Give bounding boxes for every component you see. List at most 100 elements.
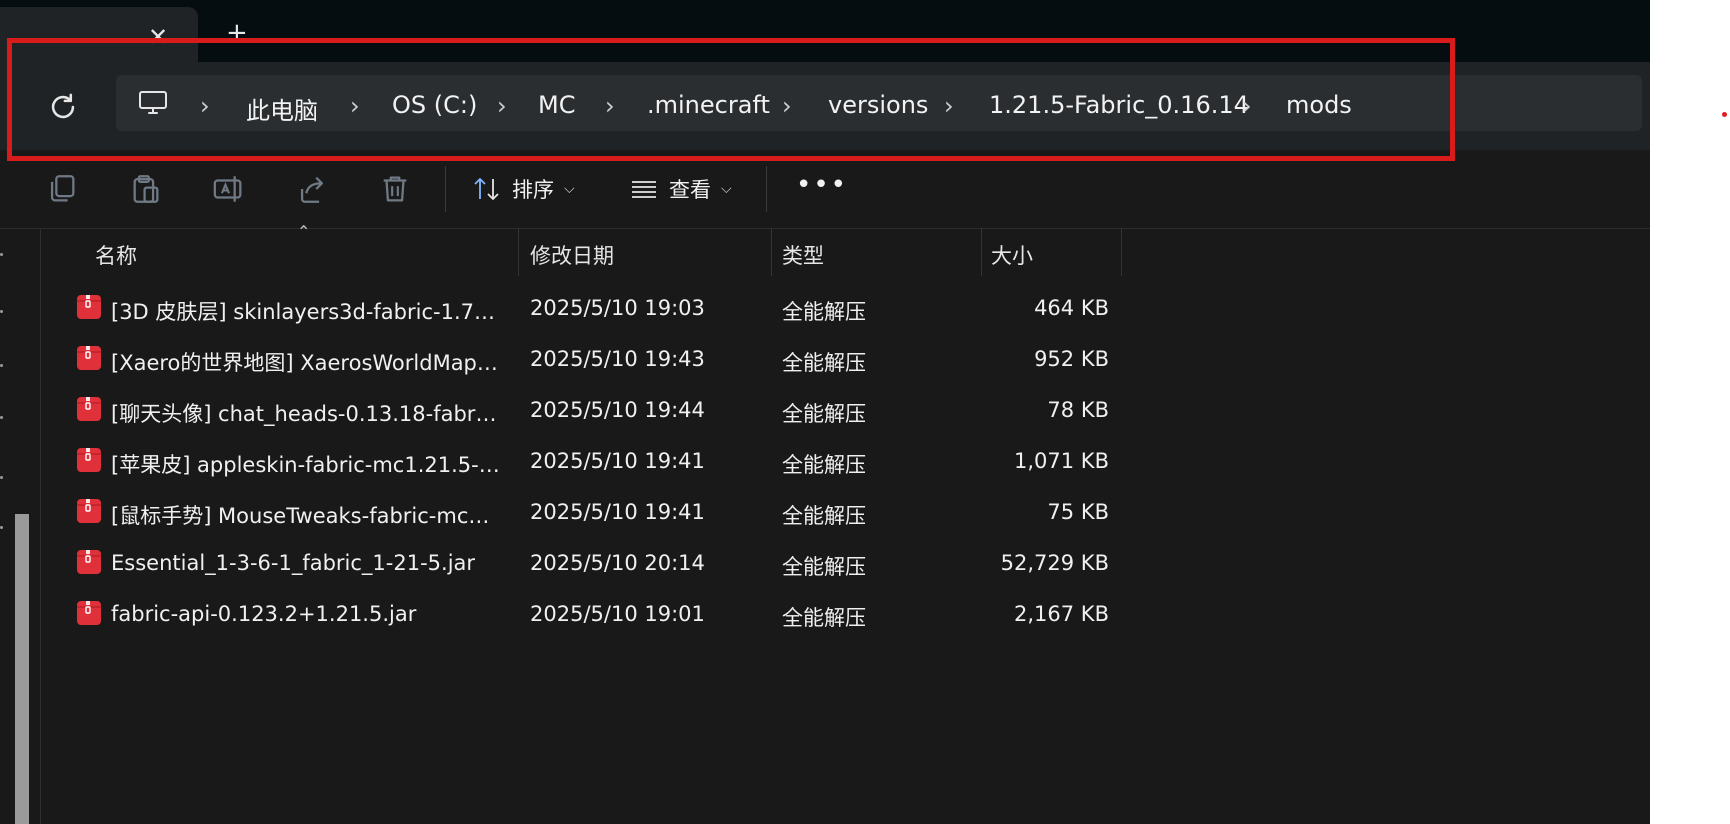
- breadcrumb-chevron-icon[interactable]: ›: [200, 92, 210, 120]
- column-divider[interactable]: [981, 228, 982, 276]
- file-date: 2025/5/10 19:03: [530, 296, 705, 320]
- file-size: 2,167 KB: [1014, 602, 1109, 626]
- close-tab-icon[interactable]: ✕: [148, 25, 168, 49]
- file-type: 全能解压: [782, 453, 866, 477]
- archive-file-icon: [77, 346, 101, 370]
- column-divider[interactable]: [518, 228, 519, 276]
- breadcrumb-mods[interactable]: mods: [1286, 91, 1352, 119]
- column-header-date[interactable]: 修改日期: [530, 240, 614, 270]
- file-row[interactable]: [Xaero的世界地图] XaerosWorldMap_... 2025/5/1…: [41, 335, 1121, 385]
- file-type: 全能解压: [782, 300, 866, 324]
- breadcrumb-version-folder[interactable]: 1.21.5-Fabric_0.16.14: [989, 91, 1249, 119]
- nav-pane-item-marker: [0, 253, 3, 256]
- nav-pane-scrollbar[interactable]: [15, 514, 29, 824]
- file-name: [Xaero的世界地图] XaerosWorldMap_...: [111, 351, 501, 375]
- file-name: fabric-api-0.123.2+1.21.5.jar: [111, 602, 417, 626]
- computer-icon[interactable]: [138, 90, 168, 116]
- annotation-dot: [1722, 112, 1727, 117]
- view-button[interactable]: 查看 ⌵: [629, 172, 732, 206]
- archive-file-icon: [77, 295, 101, 319]
- archive-file-icon: [77, 601, 101, 625]
- column-header-type[interactable]: 类型: [782, 240, 824, 270]
- file-size: 464 KB: [1034, 296, 1109, 320]
- file-size: 952 KB: [1034, 347, 1109, 371]
- nav-pane-item-marker: [0, 416, 3, 419]
- file-name: Essential_1-3-6-1_fabric_1-21-5.jar: [111, 551, 476, 575]
- file-size: 78 KB: [1047, 398, 1109, 422]
- file-type: 全能解压: [782, 402, 866, 426]
- column-header-name[interactable]: 名称: [95, 240, 137, 270]
- file-type: 全能解压: [782, 504, 866, 528]
- view-label: 查看: [669, 178, 711, 202]
- file-row[interactable]: [聊天头像] chat_heads-0.13.18-fabric-... 202…: [41, 386, 1121, 436]
- file-date: 2025/5/10 19:41: [530, 500, 705, 524]
- file-date: 2025/5/10 19:01: [530, 602, 705, 626]
- breadcrumb-mc[interactable]: MC: [538, 91, 575, 119]
- column-header-size[interactable]: 大小: [991, 240, 1033, 270]
- file-name: [聊天头像] chat_heads-0.13.18-fabric-...: [111, 402, 501, 426]
- breadcrumb-versions[interactable]: versions: [828, 91, 928, 119]
- file-name: [鼠标手势] MouseTweaks-fabric-mc1....: [111, 504, 501, 528]
- archive-file-icon: [77, 499, 101, 523]
- breadcrumb-os-c[interactable]: OS (C:): [392, 91, 477, 119]
- column-header: ⌃ 名称 修改日期 类型 大小: [41, 222, 1122, 276]
- sort-icon: [474, 178, 499, 200]
- command-toolbar: 排序 ⌵ 查看 ⌵ •••: [0, 150, 1650, 229]
- rename-icon[interactable]: [212, 172, 246, 206]
- chevron-down-icon: ⌵: [564, 181, 575, 197]
- file-type: 全能解压: [782, 606, 866, 630]
- breadcrumb-this-pc[interactable]: 此电脑: [246, 91, 318, 126]
- navigation-pane[interactable]: [0, 228, 41, 824]
- chevron-down-icon: ⌵: [721, 181, 732, 197]
- file-row[interactable]: [苹果皮] appleskin-fabric-mc1.21.5-3.... 20…: [41, 437, 1121, 487]
- file-row[interactable]: [鼠标手势] MouseTweaks-fabric-mc1.... 2025/5…: [41, 488, 1121, 538]
- file-date: 2025/5/10 19:44: [530, 398, 705, 422]
- file-row[interactable]: Essential_1-3-6-1_fabric_1-21-5.jar 2025…: [41, 539, 1121, 589]
- file-type: 全能解压: [782, 555, 866, 579]
- column-divider[interactable]: [1121, 228, 1122, 276]
- toolbar-separator: [445, 166, 446, 212]
- breadcrumb-chevron-icon[interactable]: ›: [944, 92, 954, 120]
- nav-pane-item-marker: [0, 310, 3, 313]
- share-icon[interactable]: [295, 172, 329, 206]
- file-name: [苹果皮] appleskin-fabric-mc1.21.5-3....: [111, 453, 501, 477]
- file-row[interactable]: [3D 皮肤层] skinlayers3d-fabric-1.7.5-... 2…: [41, 284, 1121, 334]
- sort-label: 排序: [512, 178, 554, 202]
- address-bar[interactable]: › 此电脑 › OS (C:) › MC › .minecraft › vers…: [116, 75, 1642, 131]
- file-date: 2025/5/10 20:14: [530, 551, 705, 575]
- nav-pane-item-marker: [0, 364, 3, 367]
- paste-icon[interactable]: [129, 172, 163, 206]
- breadcrumb-chevron-icon[interactable]: ›: [605, 92, 615, 120]
- sort-ascending-icon: ⌃: [297, 222, 311, 241]
- refresh-icon[interactable]: [46, 90, 80, 124]
- delete-icon[interactable]: [378, 172, 412, 206]
- nav-pane-item-marker: [0, 476, 3, 479]
- breadcrumb-chevron-icon[interactable]: ›: [497, 92, 507, 120]
- view-icon: [632, 181, 656, 198]
- new-tab-icon[interactable]: +: [226, 20, 248, 46]
- file-row[interactable]: fabric-api-0.123.2+1.21.5.jar 2025/5/10 …: [41, 590, 1121, 640]
- breadcrumb-chevron-icon[interactable]: ›: [1242, 92, 1252, 120]
- file-explorer-window: ✕ + › 此电脑 › OS (C:) › MC › .minecraft › …: [0, 0, 1650, 824]
- copy-icon[interactable]: [45, 172, 79, 206]
- tab-active[interactable]: ✕: [0, 7, 198, 62]
- breadcrumb-minecraft[interactable]: .minecraft: [647, 91, 770, 119]
- sort-button[interactable]: 排序 ⌵: [472, 172, 575, 206]
- navigation-bar: › 此电脑 › OS (C:) › MC › .minecraft › vers…: [0, 62, 1650, 150]
- file-size: 52,729 KB: [1000, 551, 1109, 575]
- file-type: 全能解压: [782, 351, 866, 375]
- more-options-button[interactable]: •••: [796, 170, 848, 200]
- breadcrumb-chevron-icon[interactable]: ›: [782, 92, 792, 120]
- archive-file-icon: [77, 397, 101, 421]
- breadcrumb-chevron-icon[interactable]: ›: [350, 92, 360, 120]
- file-date: 2025/5/10 19:43: [530, 347, 705, 371]
- file-date: 2025/5/10 19:41: [530, 449, 705, 473]
- file-name: [3D 皮肤层] skinlayers3d-fabric-1.7.5-...: [111, 300, 501, 324]
- file-size: 1,071 KB: [1014, 449, 1109, 473]
- toolbar-separator: [766, 166, 767, 212]
- tab-strip: ✕ +: [0, 0, 1650, 62]
- archive-file-icon: [77, 448, 101, 472]
- archive-file-icon: [77, 550, 101, 574]
- column-divider[interactable]: [771, 228, 772, 276]
- file-size: 75 KB: [1047, 500, 1109, 524]
